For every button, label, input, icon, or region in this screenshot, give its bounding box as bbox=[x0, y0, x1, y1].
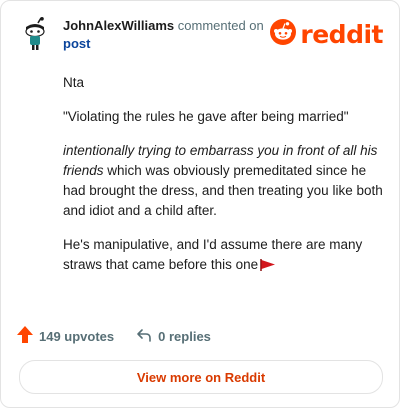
reddit-logo[interactable]: reddit bbox=[270, 19, 383, 50]
reply-arrow-icon bbox=[136, 327, 158, 346]
snoo-avatar-icon[interactable] bbox=[17, 17, 53, 53]
comment-meta: JohnAlexWilliams commented on post bbox=[63, 17, 273, 53]
comment-author[interactable]: JohnAlexWilliams bbox=[63, 18, 174, 33]
comment-header: JohnAlexWilliams commented on post reddi… bbox=[17, 15, 383, 53]
comment-paragraph: He's manipulative, and I'd assume there … bbox=[63, 235, 383, 277]
upvote-arrow-icon bbox=[17, 326, 39, 346]
comment-paragraph: intentionally trying to embarrass you in… bbox=[63, 141, 383, 221]
comment-body: Nta "Violating the rules he gave after b… bbox=[63, 73, 383, 291]
view-more-button[interactable]: View more on Reddit bbox=[19, 360, 383, 394]
post-link[interactable]: post bbox=[63, 36, 90, 51]
reddit-snoo-icon bbox=[270, 19, 297, 50]
comment-quote-paragraph: "Violating the rules he gave after being… bbox=[63, 109, 349, 124]
red-flag-icon bbox=[260, 257, 276, 277]
upvote-button[interactable]: 149 upvotes bbox=[17, 326, 114, 346]
upvotes-count: 149 upvotes bbox=[39, 328, 115, 344]
reddit-wordmark: reddit bbox=[300, 19, 383, 49]
replies-count: 0 replies bbox=[158, 328, 211, 344]
comment-actions: 149 upvotes 0 replies bbox=[17, 325, 211, 347]
comment-text: He's manipulative, and I'd assume there … bbox=[63, 237, 363, 272]
replies-button[interactable]: 0 replies bbox=[136, 327, 211, 346]
comment-text: which was obviously premeditated since h… bbox=[63, 163, 383, 218]
comment-paragraph: Nta bbox=[63, 75, 85, 90]
commented-on-text: commented on bbox=[177, 18, 264, 33]
comment-embed-card: JohnAlexWilliams commented on post reddi… bbox=[0, 0, 400, 408]
